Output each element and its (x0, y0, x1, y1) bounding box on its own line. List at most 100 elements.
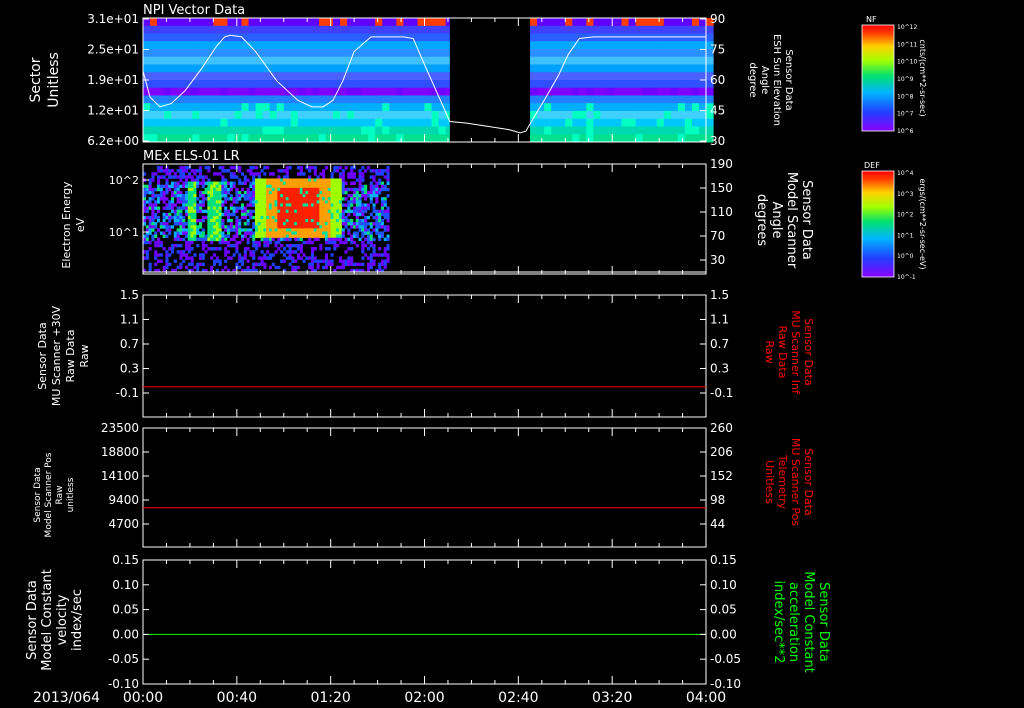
spectro-cell (165, 190, 169, 195)
spectro-cell (207, 231, 211, 235)
heat-cell (206, 126, 214, 135)
spectro-cell (224, 247, 228, 251)
heat-cell (593, 118, 602, 127)
heat-cell (530, 80, 538, 89)
spectro-cell (380, 181, 385, 186)
heat-cell (227, 126, 236, 135)
heat-cell (389, 126, 397, 135)
spectro-cell (308, 175, 312, 179)
colorbar-nf-ticks: 10^1210^1110^1010^910^810^710^6 (897, 24, 917, 135)
spectro-cell (243, 253, 247, 257)
heat-cell (269, 111, 278, 120)
spectro-cell (285, 256, 289, 260)
spectro-cell (288, 197, 292, 201)
spectro-cell (162, 234, 166, 239)
spectro-cell (378, 212, 382, 217)
spectro-cell (210, 184, 214, 189)
spectro-cell (322, 172, 326, 176)
spectro-cell (210, 256, 214, 260)
heat-cell (649, 134, 658, 143)
spectro-cell (263, 219, 267, 223)
spectro-cell (285, 225, 289, 229)
heat-cell (234, 111, 243, 120)
spectro-cell (179, 169, 183, 173)
heat-cell (621, 134, 630, 143)
spectro-cell (308, 200, 312, 204)
heat-cell (368, 134, 376, 143)
spectro-cell (235, 243, 239, 248)
spectro-cell (336, 197, 340, 201)
heat-cell (199, 56, 207, 65)
spectro-cell (288, 209, 292, 214)
heat-cell (171, 118, 179, 127)
spectro-cell (193, 253, 197, 257)
spectro-cell (336, 219, 340, 223)
spectro-cell (375, 253, 379, 257)
spectro-cell (266, 215, 270, 220)
spectro-cell (316, 262, 320, 267)
spectro-cell (266, 243, 270, 248)
time-tick-label: 02:40 (498, 690, 538, 706)
spectro-cell (257, 197, 261, 201)
spectro-cell (361, 247, 365, 251)
spectro-cell (352, 262, 357, 267)
spectro-cell (352, 187, 357, 192)
heat-cell (586, 49, 594, 58)
heat-cell (586, 111, 594, 120)
spectro-cell (333, 237, 337, 242)
spectro-cell (302, 212, 306, 217)
spectro-cell (179, 253, 183, 257)
heat-cell (565, 18, 573, 27)
spectro-cell (260, 194, 264, 198)
spectro-cell (375, 222, 379, 226)
heat-cell (642, 18, 651, 27)
spectro-cell (260, 181, 264, 186)
spectro-cell (350, 259, 354, 263)
heat-cell (255, 72, 264, 81)
heat-cell (649, 56, 658, 65)
heat-cell (375, 64, 383, 73)
spectro-cell (324, 231, 329, 235)
heat-cell (684, 118, 693, 127)
spectro-cell (324, 234, 329, 239)
spectro-cell (316, 206, 320, 210)
heat-cell (361, 87, 369, 96)
spectro-cell (187, 206, 191, 210)
spectro-cell (341, 212, 345, 217)
heat-cell (164, 126, 172, 135)
spectro-cell (327, 234, 331, 239)
spectro-cell (162, 197, 166, 201)
spectro-cell (294, 219, 298, 223)
spectro-cell (338, 190, 343, 195)
heat-cell (530, 18, 538, 27)
mu-raw-y2label-4: Raw (763, 340, 776, 363)
spectro-cell (263, 166, 267, 170)
spectro-cell (215, 184, 219, 189)
spectro-cell (198, 175, 203, 179)
spectro-cell (162, 247, 166, 251)
spectro-cell (246, 231, 250, 235)
heat-cell (565, 41, 573, 50)
spectro-cell (252, 197, 256, 201)
spectro-cell (257, 203, 261, 207)
y2-tick-label: -0.10 (710, 677, 741, 691)
spectro-cell (184, 222, 189, 226)
spectro-cell (299, 247, 303, 251)
heat-cell (276, 87, 285, 96)
spectro-cell (201, 197, 205, 201)
heat-cell (347, 103, 355, 112)
spectro-cell (165, 250, 169, 254)
spectro-cell (215, 197, 219, 201)
spectro-cell (333, 240, 337, 245)
spectro-cell (336, 265, 340, 270)
spectro-cell (355, 209, 359, 214)
mu-raw-ylabel-1: Sensor Data (36, 322, 49, 389)
spectro-cell (201, 247, 205, 251)
colorbar-nf-gradient (861, 24, 895, 132)
heat-cell (150, 56, 158, 65)
spectro-cell (277, 231, 281, 235)
heat-cell (199, 18, 207, 27)
spectro-cell (375, 231, 379, 235)
spectro-cell (277, 181, 281, 186)
heat-cell (572, 111, 580, 120)
